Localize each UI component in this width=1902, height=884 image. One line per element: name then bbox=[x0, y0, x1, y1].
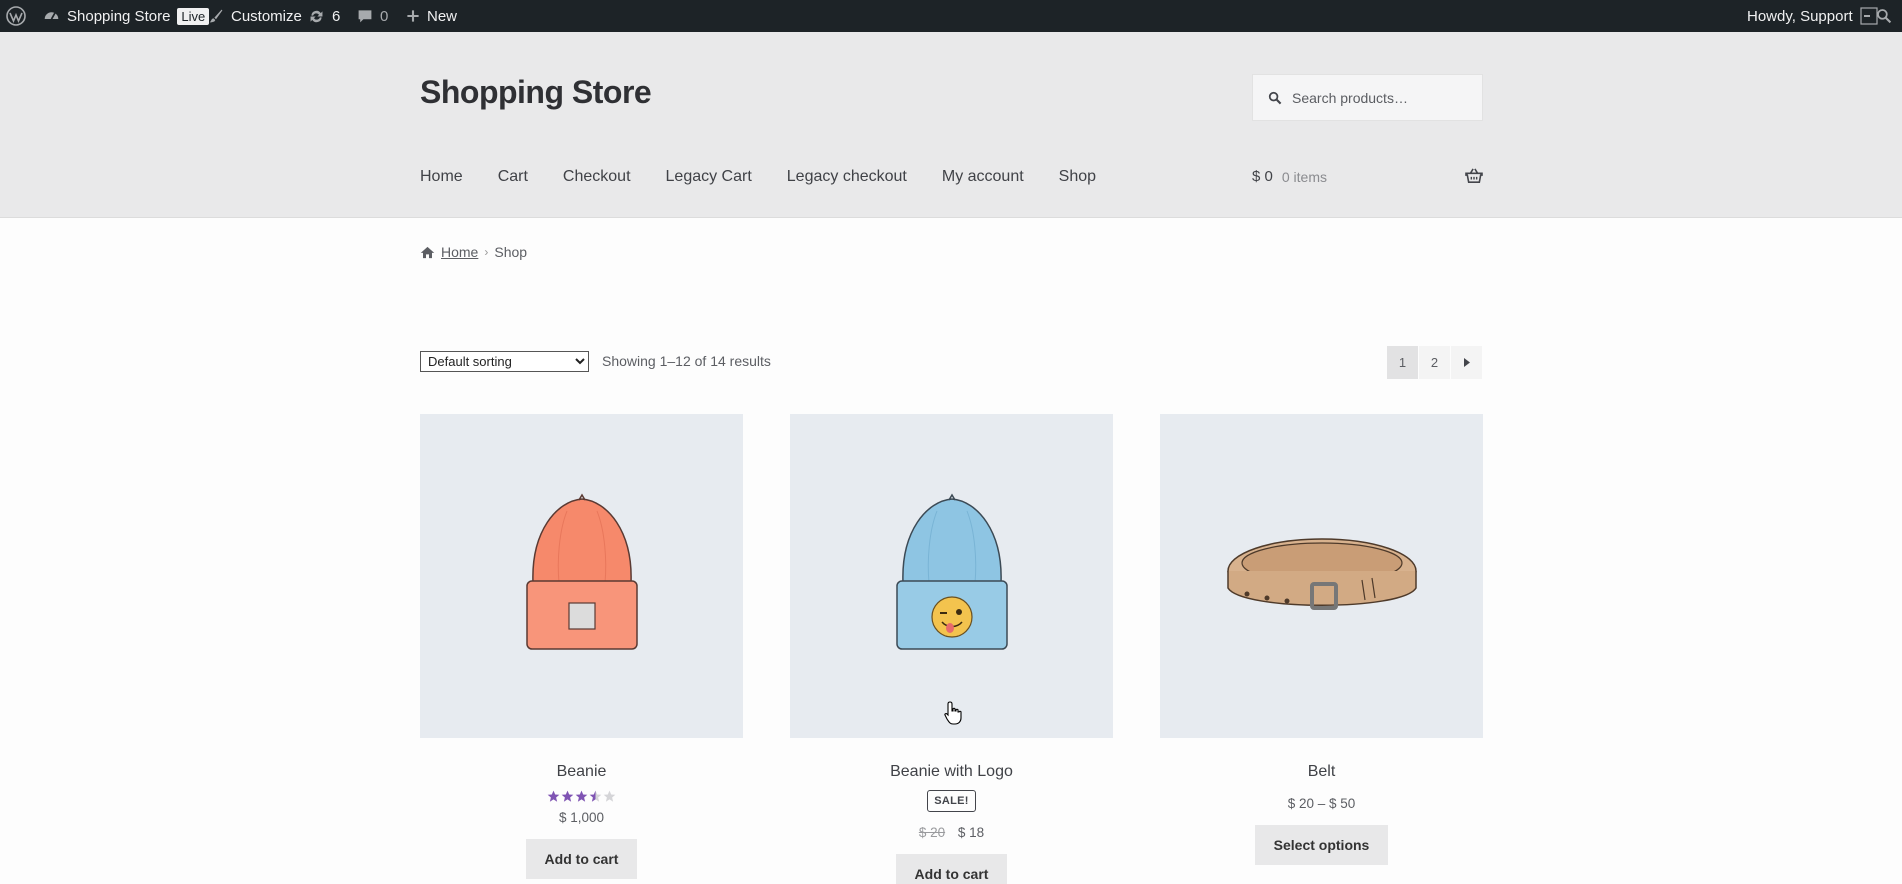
blue-beanie-image bbox=[895, 493, 1008, 650]
product-price: $ 20 $ 18 bbox=[790, 825, 1113, 840]
wordpress-icon bbox=[6, 6, 26, 26]
nav-legacy-cart[interactable]: Legacy Cart bbox=[666, 168, 752, 186]
site-name-label: Shopping Store bbox=[67, 7, 171, 25]
product-price: $ 20 – $ 50 bbox=[1287, 796, 1356, 811]
admin-search-button[interactable] bbox=[1876, 0, 1892, 32]
cart-amount: $ 0 bbox=[1252, 168, 1273, 185]
star-icon bbox=[575, 790, 588, 802]
cart-item-count: 0 items bbox=[1281, 168, 1327, 185]
next-page-link[interactable] bbox=[1451, 346, 1482, 379]
comments-link[interactable]: 0 bbox=[357, 0, 388, 32]
search-icon bbox=[1268, 91, 1282, 104]
page-2-link[interactable]: 2 bbox=[1419, 346, 1450, 379]
sale-badge: SALE! bbox=[927, 790, 976, 812]
add-to-cart-button[interactable]: Add to cart bbox=[895, 854, 1008, 884]
nav-legacy-checkout[interactable]: Legacy checkout bbox=[787, 168, 907, 186]
select-options-button[interactable]: Select options bbox=[1254, 825, 1389, 865]
site-title[interactable]: Shopping Store bbox=[420, 74, 652, 111]
page-1-current: 1 bbox=[1387, 346, 1418, 379]
paintbrush-icon bbox=[209, 9, 223, 23]
pagination: 1 2 bbox=[1387, 346, 1482, 379]
updates-link[interactable]: 6 bbox=[308, 0, 340, 32]
hand-cursor-icon bbox=[944, 701, 962, 725]
header-cart[interactable]: $ 0 0 items bbox=[1252, 168, 1483, 185]
add-to-cart-button[interactable]: Add to cart bbox=[525, 839, 638, 879]
star-icon bbox=[561, 790, 574, 802]
breadcrumb-current: Shop bbox=[494, 244, 528, 260]
product-price: $ 1,000 bbox=[558, 810, 605, 825]
live-badge: Live bbox=[177, 7, 210, 25]
wordpress-logo-button[interactable] bbox=[6, 0, 26, 32]
updates-count: 6 bbox=[332, 7, 341, 25]
customize-label: Customize bbox=[231, 7, 302, 25]
greeting-label: Howdy, Support bbox=[1747, 7, 1853, 25]
nav-my-account[interactable]: My account bbox=[942, 168, 1024, 186]
search-icon bbox=[1877, 9, 1892, 24]
product-search[interactable] bbox=[1252, 74, 1483, 121]
result-count: Showing 1–12 of 14 results bbox=[602, 353, 771, 369]
search-input[interactable] bbox=[1292, 89, 1472, 106]
new-content-menu[interactable]: New bbox=[406, 0, 457, 32]
star-icon bbox=[547, 790, 560, 802]
site-header: Shopping Store Home Cart Checkout Legacy… bbox=[0, 32, 1902, 218]
belt-image bbox=[1226, 538, 1417, 610]
basket-icon bbox=[1465, 168, 1483, 184]
regular-price: $ 20 bbox=[918, 825, 946, 840]
plus-icon bbox=[407, 10, 419, 22]
product-image-link[interactable] bbox=[1160, 414, 1483, 738]
new-label: New bbox=[427, 7, 458, 25]
admin-bar: Shopping Store Live Customize 6 0 New Ho… bbox=[0, 0, 1902, 32]
customize-link[interactable]: Customize bbox=[208, 0, 302, 32]
product-image-link[interactable] bbox=[790, 414, 1113, 738]
product-image-link[interactable] bbox=[420, 414, 743, 738]
nav-cart[interactable]: Cart bbox=[498, 168, 528, 186]
star-icon bbox=[589, 790, 602, 802]
updates-icon bbox=[310, 10, 323, 22]
home-icon bbox=[420, 246, 435, 258]
product-title[interactable]: Beanie bbox=[420, 763, 743, 781]
dashboard-icon bbox=[44, 11, 59, 19]
avatar-icon bbox=[1860, 7, 1878, 25]
nav-shop[interactable]: Shop bbox=[1059, 168, 1096, 186]
next-arrow-icon bbox=[1463, 358, 1470, 367]
my-account-menu[interactable]: Howdy, Support bbox=[1747, 0, 1878, 32]
sorting-select[interactable]: Default sorting bbox=[420, 351, 589, 372]
product-card: Belt $ 20 – $ 50 Select options bbox=[1160, 414, 1483, 865]
breadcrumb-separator: › bbox=[484, 245, 489, 259]
product-title[interactable]: Beanie with Logo bbox=[790, 763, 1113, 781]
primary-navigation: Home Cart Checkout Legacy Cart Legacy ch… bbox=[420, 168, 1131, 186]
product-card: Beanie with Logo SALE! $ 20 $ 18 Add to … bbox=[790, 414, 1113, 884]
nav-checkout[interactable]: Checkout bbox=[563, 168, 631, 186]
star-icon bbox=[603, 790, 616, 802]
comment-icon bbox=[358, 10, 372, 23]
breadcrumb: Home › Shop bbox=[420, 244, 527, 260]
product-card: Beanie $ 1,000 Add to cart bbox=[420, 414, 743, 879]
breadcrumb-home-link[interactable]: Home bbox=[441, 244, 478, 260]
star-rating bbox=[420, 790, 743, 803]
nav-home[interactable]: Home bbox=[420, 168, 463, 186]
orange-beanie-image bbox=[525, 493, 638, 650]
product-title[interactable]: Belt bbox=[1160, 763, 1483, 781]
sale-price: $ 18 bbox=[957, 825, 985, 840]
site-name-menu[interactable]: Shopping Store Live bbox=[43, 0, 210, 32]
comments-count: 0 bbox=[380, 7, 389, 25]
